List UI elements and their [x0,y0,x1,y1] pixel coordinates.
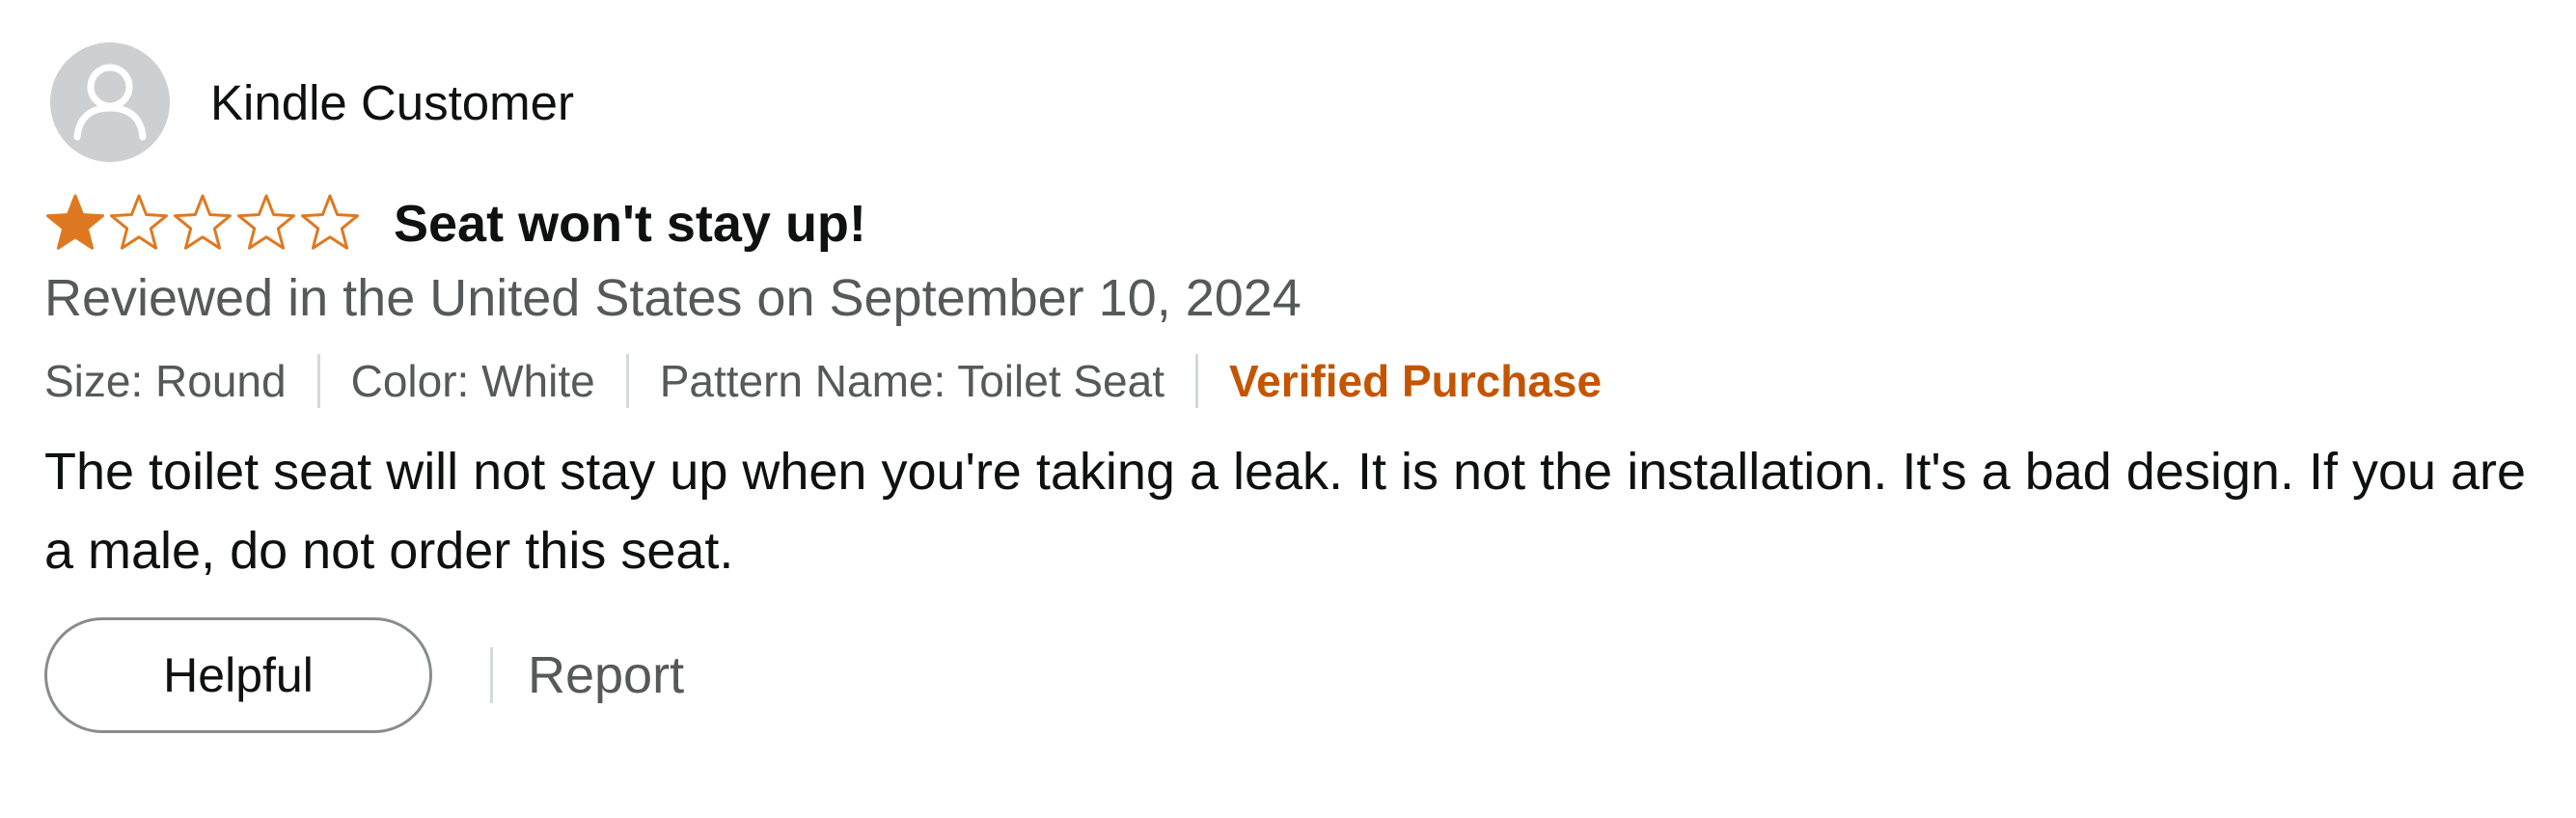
variation-size[interactable]: Size: Round [44,355,287,407]
review-actions: Helpful Report [44,615,684,735]
avatar [50,42,170,162]
divider [490,647,493,703]
star-filled-icon [46,194,104,250]
review-date: Reviewed in the United States on Septemb… [44,269,1302,327]
star-empty-icon [301,194,359,250]
star-empty-icon [110,194,168,250]
review-card: Kindle Customer Seat won't stay up! Revi… [0,0,2576,818]
variation-color[interactable]: Color: White [351,355,595,407]
reviewer-name[interactable]: Kindle Customer [210,74,574,131]
divider [1195,354,1199,408]
star-rating[interactable] [44,193,361,255]
divider [625,354,629,408]
verified-purchase-badge[interactable]: Verified Purchase [1229,355,1602,407]
variation-pattern[interactable]: Pattern Name: Toilet Seat [660,355,1165,407]
default-user-avatar-icon [50,42,170,162]
star-empty-icon [237,194,295,250]
variation-row: Size: Round Color: White Pattern Name: T… [44,349,1602,413]
report-link[interactable]: Report [528,645,684,705]
helpful-button[interactable]: Helpful [44,617,432,733]
divider [316,354,320,408]
review-title-row: Seat won't stay up! [44,185,866,262]
star-empty-icon [174,194,232,250]
review-title[interactable]: Seat won't stay up! [394,194,866,254]
review-body: The toilet seat will not stay up when yo… [44,443,2527,580]
reviewer-profile[interactable]: Kindle Customer [50,42,574,162]
